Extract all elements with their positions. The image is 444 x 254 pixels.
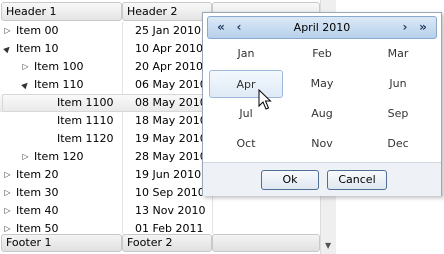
name-cell: ▷ Item 20 — [0, 166, 122, 184]
collapsed-triangle-icon[interactable]: ▷ — [3, 22, 12, 40]
item-label: Item 10 — [16, 42, 59, 55]
double-chevron-left-icon[interactable]: « — [212, 18, 230, 37]
item-label: Item 20 — [16, 168, 59, 181]
column-footer-1: Footer 1 — [1, 234, 122, 252]
collapsed-triangle-icon[interactable]: ▷ — [21, 58, 30, 76]
month-oct[interactable]: Oct — [209, 130, 283, 158]
month-sep[interactable]: Sep — [361, 100, 435, 128]
name-cell: ▷ Item 100 — [0, 58, 122, 76]
column-header-1[interactable]: Header 1 — [1, 2, 122, 21]
name-cell: ▷ Item 30 — [0, 184, 122, 202]
date-cell: 01 Feb 2011 — [135, 222, 204, 234]
item-label: Item 1120 — [57, 132, 114, 145]
calendar-footer: Ok Cancel — [203, 162, 441, 196]
name-cell: ▲ Item 110 — [0, 76, 122, 94]
name-cell: ▷ Item 50 — [0, 220, 122, 234]
mouse-cursor-icon — [258, 89, 272, 110]
scroll-down-icon[interactable]: ▼ — [325, 241, 331, 250]
item-label: Item 00 — [16, 24, 59, 37]
item-label: Item 50 — [16, 222, 59, 234]
month-nov[interactable]: Nov — [285, 130, 359, 158]
name-cell: ▷ Item 00 — [0, 22, 122, 40]
table-row[interactable]: ▷ Item 40 13 Nov 2010 — [0, 202, 320, 220]
month-mar[interactable]: Mar — [361, 40, 435, 68]
collapsed-triangle-icon[interactable]: ▷ — [3, 166, 12, 184]
column-header-2[interactable]: Header 2 — [122, 2, 212, 21]
item-label: Item 110 — [34, 78, 84, 91]
item-label: Item 100 — [34, 60, 84, 73]
month-jun[interactable]: Jun — [361, 70, 435, 98]
month-dec[interactable]: Dec — [361, 130, 435, 158]
name-cell: ▷ Item 120 — [0, 148, 122, 166]
item-label: Item 1100 — [57, 96, 114, 109]
double-chevron-right-icon[interactable]: » — [414, 18, 432, 37]
ok-button[interactable]: Ok — [261, 170, 319, 190]
item-label: Item 30 — [16, 186, 59, 199]
name-cell: Item 1100 — [0, 94, 122, 112]
item-label: Item 120 — [34, 150, 84, 163]
month-feb[interactable]: Feb — [285, 40, 359, 68]
month-grid: Jan Feb Mar Apr May Jun Jul Aug Sep Oct Nov Dec — [207, 40, 437, 160]
cancel-button[interactable]: Cancel — [327, 170, 387, 190]
month-aug[interactable]: Aug — [285, 100, 359, 128]
calendar-title[interactable]: April 2010 — [248, 17, 396, 38]
collapsed-triangle-icon[interactable]: ▷ — [3, 220, 12, 234]
column-footer-2: Footer 2 — [122, 234, 212, 252]
collapsed-triangle-icon[interactable]: ▷ — [21, 148, 30, 166]
item-label: Item 1110 — [57, 114, 114, 127]
date-cell: 13 Nov 2010 — [135, 204, 206, 217]
month-jan[interactable]: Jan — [209, 40, 283, 68]
name-cell: Item 1120 — [0, 130, 122, 148]
column-footer-3 — [212, 234, 320, 252]
collapsed-triangle-icon[interactable]: ▷ — [3, 202, 12, 220]
month-picker-popup: « ‹ April 2010 › » Jan Feb Mar Apr May Jun Jul… — [202, 12, 442, 196]
name-cell: ▲ Item 10 — [0, 40, 122, 58]
collapsed-triangle-icon[interactable]: ▷ — [3, 184, 12, 202]
table-row[interactable]: ▷ Item 50 01 Feb 2011 — [0, 220, 320, 234]
calendar-header: « ‹ April 2010 › » — [207, 16, 437, 39]
expanded-triangle-icon[interactable]: ▲ — [16, 76, 35, 94]
month-may[interactable]: May — [285, 70, 359, 98]
chevron-left-icon[interactable]: ‹ — [232, 18, 246, 37]
item-label: Item 40 — [16, 204, 59, 217]
chevron-right-icon[interactable]: › — [398, 18, 412, 37]
expanded-triangle-icon[interactable]: ▲ — [0, 40, 17, 58]
name-cell: ▷ Item 40 — [0, 202, 122, 220]
name-cell: Item 1110 — [0, 112, 122, 130]
